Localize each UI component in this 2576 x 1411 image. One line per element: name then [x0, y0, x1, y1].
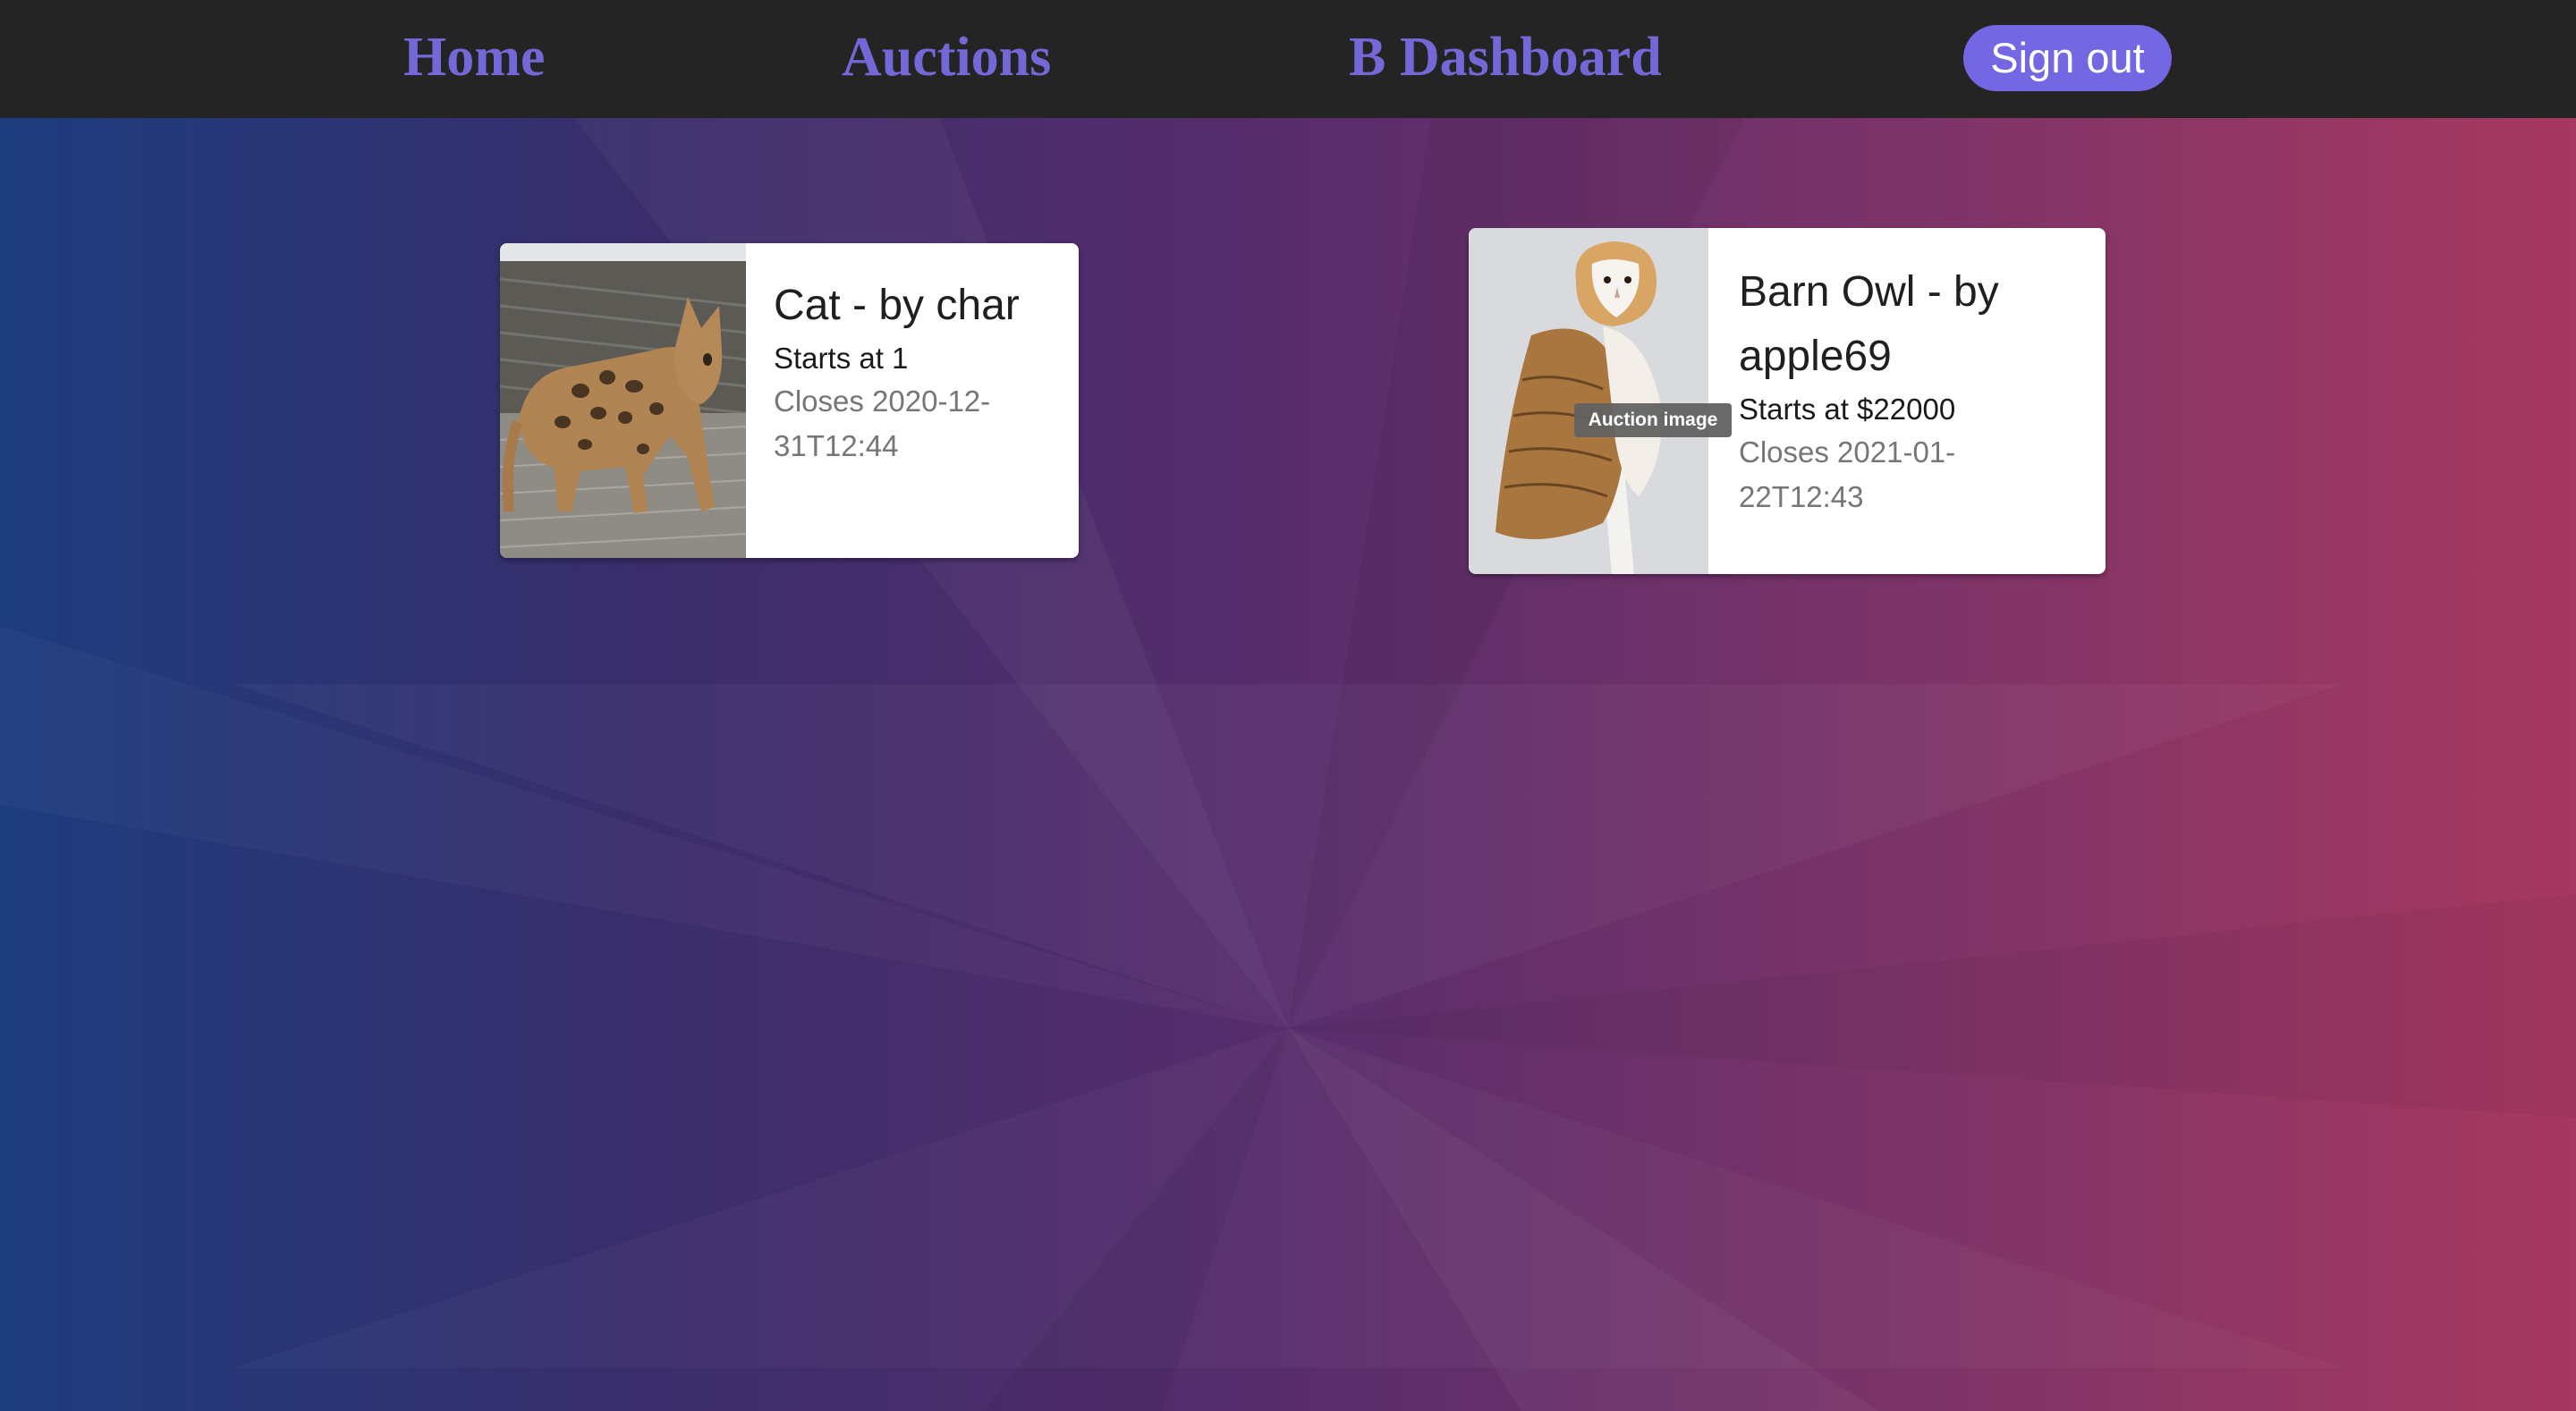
- auction-close-date: Closes 2021-01-22T12:43: [1739, 435, 1956, 513]
- top-navbar: Home Auctions B Dashboard Sign out: [0, 0, 2576, 118]
- auction-card-body: Barn Owl - by apple69 Starts at $22000 C…: [1708, 228, 2106, 574]
- auction-image[interactable]: [500, 243, 746, 558]
- nav-link-home[interactable]: Home: [403, 21, 545, 93]
- auction-image[interactable]: [1469, 228, 1708, 574]
- auction-start-price: Starts at 1: [774, 342, 909, 375]
- image-tooltip: Auction image: [1574, 403, 1732, 437]
- auction-card-body: Cat - by char Starts at 1 Closes 2020-12…: [746, 243, 1079, 558]
- background-rays: [572, 116, 2576, 1411]
- auction-title: Barn Owl - by apple69: [1739, 268, 1999, 380]
- auction-close-date: Closes 2020-12-31T12:44: [774, 384, 991, 462]
- nav-link-auctions[interactable]: Auctions: [842, 21, 1051, 93]
- auction-start-price: Starts at $22000: [1739, 393, 1956, 426]
- nav-link-dashboard[interactable]: B Dashboard: [1349, 21, 1662, 93]
- auction-title: Cat - by char: [774, 282, 1020, 329]
- owl-image-icon: [1469, 228, 1708, 574]
- auction-card[interactable]: Cat - by char Starts at 1 Closes 2020-12…: [500, 243, 1079, 558]
- cat-image-icon: [500, 243, 746, 558]
- sign-out-button[interactable]: Sign out: [1963, 25, 2172, 91]
- auction-card[interactable]: Barn Owl - by apple69 Starts at $22000 C…: [1469, 228, 2106, 574]
